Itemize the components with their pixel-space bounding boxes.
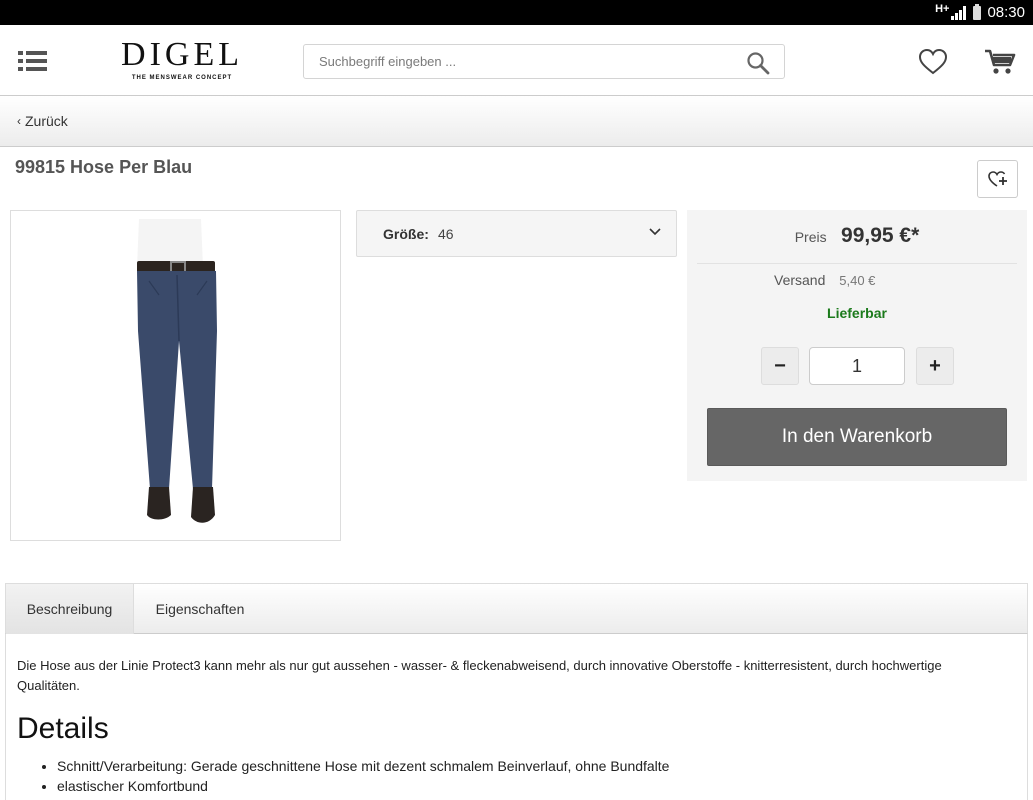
description-text: Die Hose aus der Linie Protect3 kann meh… bbox=[17, 658, 942, 693]
size-select[interactable]: Größe: 46 bbox=[356, 210, 677, 257]
divider bbox=[697, 263, 1017, 264]
add-to-cart-button[interactable]: In den Warenkorb bbox=[707, 408, 1007, 466]
product-image[interactable] bbox=[10, 210, 341, 541]
details-item: Schnitt/Verarbeitung: Gerade geschnitten… bbox=[57, 756, 669, 776]
size-label: Größe: bbox=[383, 226, 429, 242]
description-panel: Die Hose aus der Linie Protect3 kann meh… bbox=[5, 634, 1028, 800]
tab-eigenschaften[interactable]: Eigenschaften bbox=[134, 584, 266, 634]
details-item: elastischer Komfortbund bbox=[57, 776, 669, 796]
add-to-wishlist-button[interactable] bbox=[977, 160, 1018, 198]
status-bar: H+ 08:30 bbox=[0, 0, 1033, 25]
details-list: Schnitt/Verarbeitung: Gerade geschnitten… bbox=[57, 756, 669, 796]
shipping-value: 5,40 € bbox=[839, 273, 876, 288]
price-row: Preis 99,95 €* bbox=[687, 224, 1027, 248]
heart-plus-icon bbox=[987, 171, 1007, 187]
details-heading: Details bbox=[17, 712, 109, 745]
price-value: 99,95 €* bbox=[841, 224, 920, 247]
search-bar bbox=[303, 44, 785, 79]
shipping-row: Versand 5,40 € bbox=[774, 272, 875, 288]
shipping-label: Versand bbox=[774, 272, 826, 288]
menu-icon[interactable] bbox=[18, 51, 48, 71]
back-link[interactable]: ‹ Zurück bbox=[17, 113, 68, 129]
cart-icon[interactable] bbox=[984, 48, 1016, 76]
signal-icon bbox=[951, 5, 967, 20]
wishlist-heart-icon[interactable] bbox=[918, 48, 948, 76]
chevron-down-icon bbox=[649, 228, 661, 236]
chevron-left-icon: ‹ bbox=[17, 114, 21, 128]
size-value: 46 bbox=[438, 226, 454, 242]
availability-status: Lieferbar bbox=[827, 305, 887, 321]
brand-logo[interactable]: DIGEL THE MENSWEAR CONCEPT bbox=[112, 36, 252, 82]
tab-beschreibung[interactable]: Beschreibung bbox=[6, 584, 134, 634]
battery-icon bbox=[973, 3, 982, 20]
quantity-increase-button[interactable]: + bbox=[916, 347, 954, 385]
clock: 08:30 bbox=[987, 4, 1025, 21]
product-title: 99815 Hose Per Blau bbox=[15, 157, 193, 177]
logo-tagline: THE MENSWEAR CONCEPT bbox=[131, 75, 233, 81]
trousers-image bbox=[137, 219, 217, 523]
back-label: Zurück bbox=[25, 113, 68, 129]
product-tabs: Beschreibung Eigenschaften bbox=[5, 583, 1028, 634]
buy-box: Preis 99,95 €* Versand 5,40 € Lieferbar … bbox=[687, 210, 1027, 481]
price-label: Preis bbox=[794, 229, 827, 245]
search-icon[interactable] bbox=[746, 51, 770, 75]
logo-wordmark: DIGEL bbox=[121, 36, 243, 73]
quantity-decrease-button[interactable]: − bbox=[761, 347, 799, 385]
app-header: DIGEL THE MENSWEAR CONCEPT bbox=[0, 25, 1033, 96]
network-type: H+ bbox=[935, 2, 950, 15]
back-bar: ‹ Zurück bbox=[0, 96, 1033, 147]
search-input[interactable] bbox=[304, 45, 724, 78]
quantity-input[interactable] bbox=[809, 347, 905, 385]
